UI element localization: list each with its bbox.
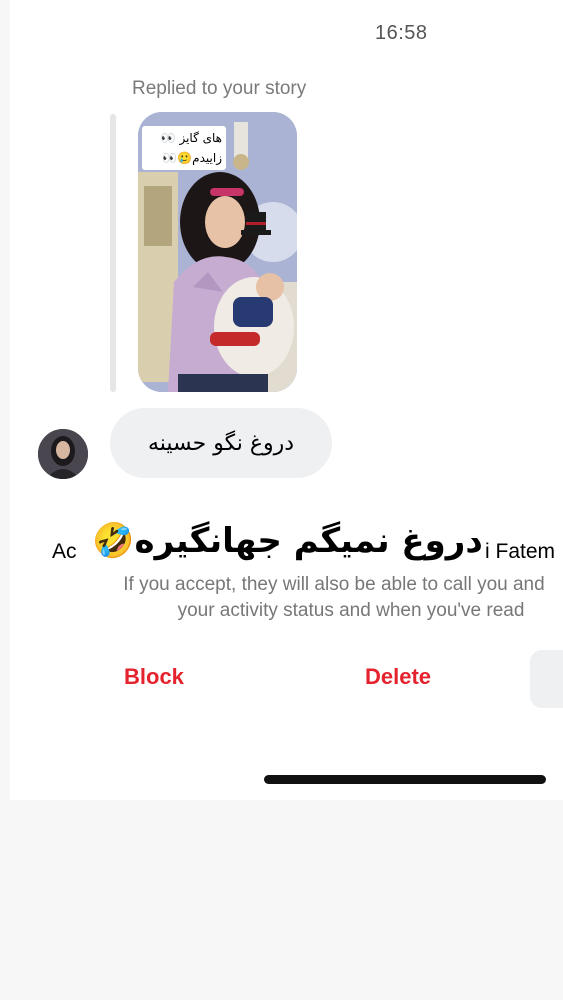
avatar-photo [38,429,88,479]
story-caption-line-1: های گایز 👀 [160,131,222,145]
text-sticker-overlay: دروغ نمیگم جهانگیره🤣 [90,508,485,574]
message-bubble[interactable]: دروغ نگو حسینه [110,408,332,478]
story-caption: های گایز 👀 زاییدم🥲👀 [142,126,226,170]
sender-avatar[interactable] [38,429,88,479]
block-button[interactable]: Block [124,664,184,690]
replied-to-story-label: Replied to your story [132,78,307,99]
request-info-line-1: If you accept, they will also be able to… [123,574,545,595]
request-title-left: Ac [52,540,77,563]
request-title-right: i Fatem [485,540,556,563]
accept-button[interactable] [530,650,563,708]
reply-quote-bar [110,114,116,392]
request-info-line-2: your activity status and when you've rea… [177,600,525,621]
status-time: 16:58 [375,22,428,44]
home-indicator[interactable] [264,775,546,784]
delete-button[interactable]: Delete [365,664,431,690]
request-info-text: If you accept, they will also be able to… [64,572,563,624]
story-caption-line-2: زاییدم🥲👀 [162,151,222,165]
dm-request-screen: 16:58 Replied to your story های گایز 👀 ز… [10,0,563,800]
story-preview[interactable]: های گایز 👀 زاییدم🥲👀 [138,112,297,392]
